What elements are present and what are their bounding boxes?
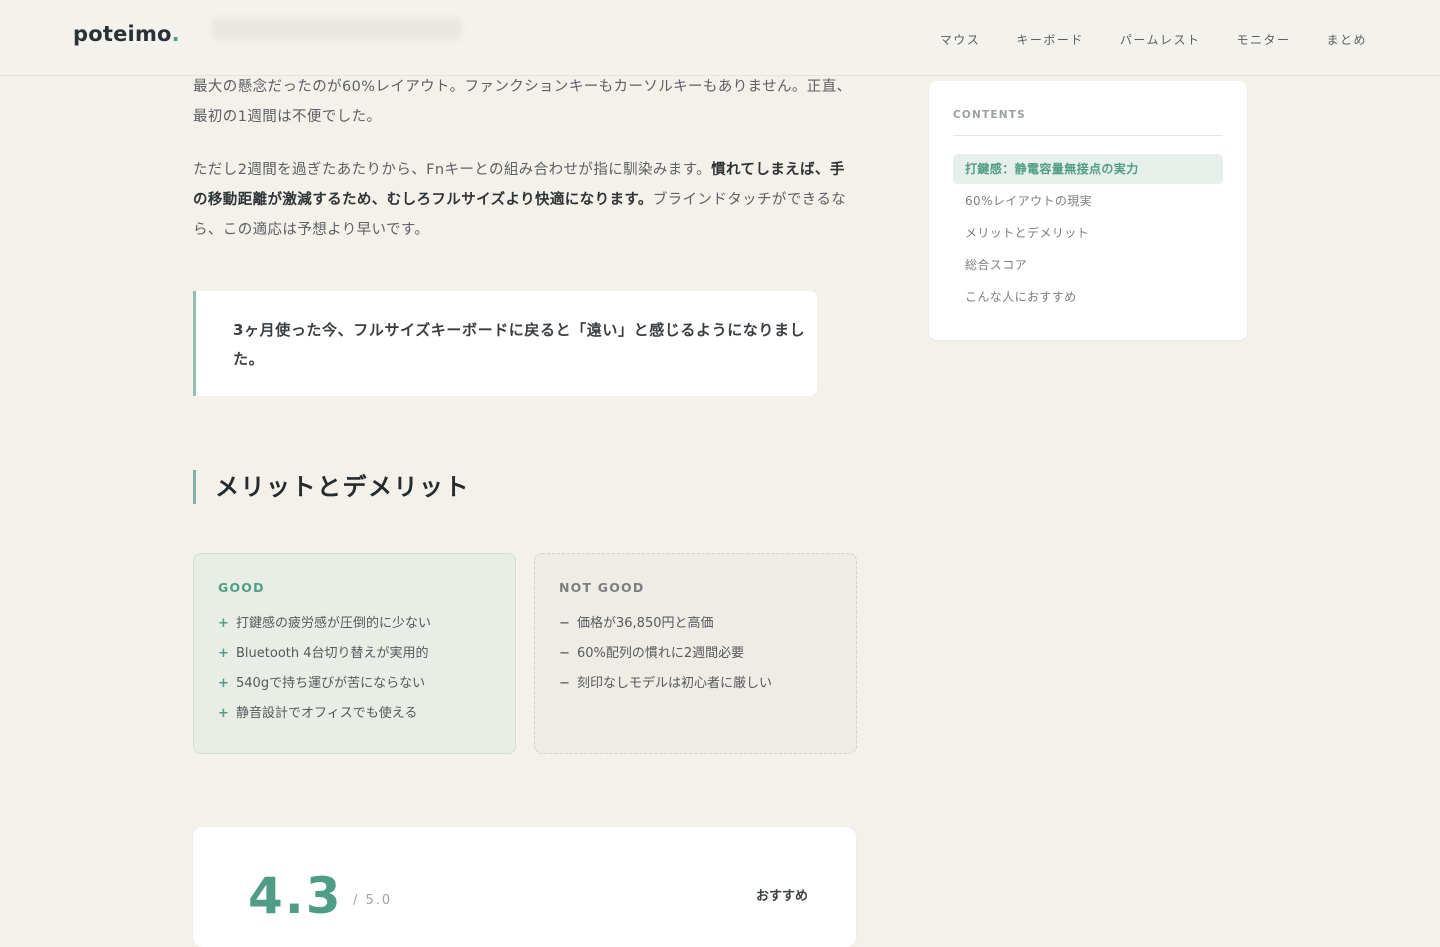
list-item: −60%配列の慣れに2週間必要 <box>559 639 832 669</box>
list-item-text: Bluetooth 4台切り替えが実用的 <box>236 646 429 661</box>
paragraph-adaptation: ただし2週間を過ぎたあたりから、Fnキーとの組み合わせが指に馴染みます。慣れてし… <box>193 155 857 245</box>
list-item-text: 540gで持ち運びが苦にならない <box>236 676 426 691</box>
toc-item-typing-feel[interactable]: 打鍵感：静電容量無接点の実力 <box>953 154 1223 184</box>
plus-icon: + <box>218 706 229 721</box>
paragraph-text: ただし2週間を過ぎたあたりから、Fnキーとの組み合わせが指に馴染みます。 <box>193 162 712 178</box>
list-item: + 静音設計でオフィスでも使える <box>218 699 491 729</box>
score-max: / 5.0 <box>353 893 393 908</box>
nav-link-monitor[interactable]: モニター <box>1236 31 1290 48</box>
toc-item-score[interactable]: 総合スコア <box>953 250 1223 280</box>
pull-quote: 3ヶ月使った今、フルサイズキーボードに戻ると「遠い」と感じるようになりました。 <box>193 291 817 396</box>
nav-link-keyboard[interactable]: キーボード <box>1016 31 1084 48</box>
toc-title: CONTENTS <box>953 109 1223 136</box>
toc-list: 打鍵感：静電容量無接点の実力 60%レイアウトの現実 メリットとデメリット 総合… <box>953 154 1223 312</box>
cons-box: NOT GOOD − 価格が36,850円と高価 −60%配列の慣れに2週間必要 … <box>534 553 857 754</box>
logo-text: poteimo <box>73 22 172 46</box>
nav-link-mouse[interactable]: マウス <box>940 31 981 48</box>
toc-item-pros-cons[interactable]: メリットとデメリット <box>953 218 1223 248</box>
toc-item-layout[interactable]: 60%レイアウトの現実 <box>953 186 1223 216</box>
recommend-label: おすすめ <box>755 889 808 904</box>
list-item-text: 静音設計でオフィスでも使える <box>236 706 418 721</box>
logo-dot: . <box>171 22 180 46</box>
pull-quote-text: 3ヶ月使った今、フルサイズキーボードに戻ると「遠い」と感じるようになりました。 <box>233 321 806 368</box>
table-of-contents: CONTENTS 打鍵感：静電容量無接点の実力 60%レイアウトの現実 メリット… <box>929 81 1247 340</box>
list-item-text: 打鍵感の疲労感が圧倒的に少ない <box>236 616 432 631</box>
list-item: − 刻印なしモデルは初心者に厳しい <box>559 669 832 699</box>
nav-link-summary[interactable]: まとめ <box>1326 31 1367 48</box>
pros-box: GOOD + 打鍵感の疲労感が圧倒的に少ない + Bluetooth 4台切り替えが… <box>193 553 516 754</box>
score-card: 4.3 / 5.0 おすすめ <box>193 827 856 947</box>
faded-header-decoration <box>212 18 462 40</box>
list-item: + 打鍵感の疲労感が圧倒的に少ない <box>218 609 491 639</box>
cons-title: NOT GOOD <box>559 580 645 595</box>
list-item-text: 60%配列の慣れに2週間必要 <box>577 646 745 661</box>
plus-icon: + <box>218 646 229 661</box>
plus-icon: + <box>218 616 229 631</box>
paragraph-layout-concern: 最大の懸念だったのが60%レイアウト。ファンクションキーもカーソルキーもありませ… <box>193 79 852 125</box>
section-heading-pros-cons: メリットとデメリット <box>193 470 470 504</box>
list-item: +540gで持ち運びが苦にならない <box>218 669 491 699</box>
minus-icon: − <box>559 676 570 691</box>
minus-icon: − <box>559 646 570 661</box>
list-item-text: 刻印なしモデルは初心者に厳しい <box>577 676 773 691</box>
plus-icon: + <box>218 676 229 691</box>
list-item-text: 価格が36,850円と高価 <box>577 616 714 631</box>
nav-link-palmrest[interactable]: パームレスト <box>1120 31 1201 48</box>
pros-title: GOOD <box>218 580 265 595</box>
list-item: + Bluetooth 4台切り替えが実用的 <box>218 639 491 669</box>
site-header: poteimo. マウス キーボード パームレスト モニター まとめ <box>0 0 1440 76</box>
main-nav: マウス キーボード パームレスト モニター まとめ <box>940 31 1367 48</box>
site-logo[interactable]: poteimo. <box>73 22 180 46</box>
cons-list: − 価格が36,850円と高価 −60%配列の慣れに2週間必要 − 刻印なしモデルは… <box>559 609 832 699</box>
list-item: − 価格が36,850円と高価 <box>559 609 832 639</box>
minus-icon: − <box>559 616 570 631</box>
pros-list: + 打鍵感の疲労感が圧倒的に少ない + Bluetooth 4台切り替えが実用的 +… <box>218 609 491 729</box>
toc-item-recommend[interactable]: こんな人におすすめ <box>953 282 1223 312</box>
score-value: 4.3 <box>248 867 343 925</box>
